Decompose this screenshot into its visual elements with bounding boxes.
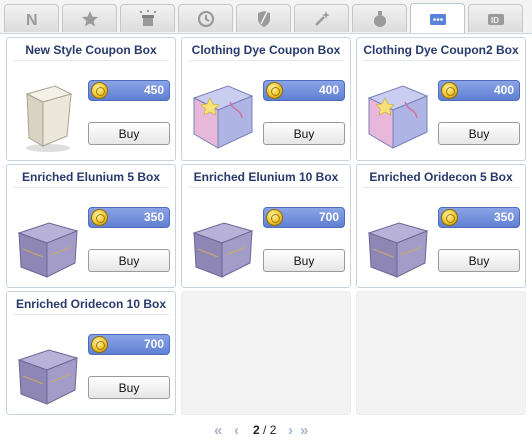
title-divider xyxy=(13,60,169,61)
price-value: 350 xyxy=(493,210,514,224)
price-tag: 450 xyxy=(88,80,170,101)
svg-text:N: N xyxy=(26,12,38,29)
purple-box-image xyxy=(367,222,429,278)
price-value: 700 xyxy=(318,210,339,224)
purple-box-image xyxy=(17,349,79,405)
clock-icon xyxy=(197,10,214,27)
tab-special[interactable]: ID xyxy=(468,4,523,32)
coin-icon xyxy=(441,209,458,226)
title-divider xyxy=(363,187,519,188)
tab-favorites[interactable] xyxy=(62,4,117,32)
star-icon xyxy=(81,10,98,26)
buy-button[interactable]: Buy xyxy=(88,249,170,272)
buy-button[interactable]: Buy xyxy=(263,249,345,272)
item-title: Enriched Oridecon 5 Box xyxy=(369,170,513,184)
tab-equipment[interactable] xyxy=(236,4,291,32)
shield-icon xyxy=(257,10,270,27)
total-pages: 2 xyxy=(269,423,277,437)
buy-button[interactable]: Buy xyxy=(263,122,345,145)
title-divider xyxy=(363,60,519,61)
ellipsis-box-icon xyxy=(429,13,446,25)
tab-other[interactable] xyxy=(410,3,465,33)
tab-new[interactable]: N xyxy=(4,4,59,32)
price-tag: 350 xyxy=(88,207,170,228)
buy-button[interactable]: Buy xyxy=(438,122,520,145)
current-page: 2 xyxy=(253,423,260,437)
page-separator: / xyxy=(259,423,270,437)
title-divider xyxy=(13,314,169,315)
coin-icon xyxy=(266,82,283,99)
buy-button[interactable]: Buy xyxy=(438,249,520,272)
title-divider xyxy=(13,187,169,188)
coin-icon xyxy=(91,336,108,353)
shop-item-card: New Style Coupon Box 450 Buy xyxy=(6,37,176,161)
potion-icon xyxy=(373,10,386,27)
price-value: 400 xyxy=(318,83,339,97)
title-divider xyxy=(188,60,344,61)
price-tag: 400 xyxy=(263,80,345,101)
purple-box-image xyxy=(192,222,254,278)
title-divider xyxy=(188,187,344,188)
last-page-icon[interactable]: » xyxy=(300,422,308,439)
purple-box-image xyxy=(17,222,79,278)
empty-slot xyxy=(181,291,351,415)
first-page-icon[interactable]: « xyxy=(214,422,222,439)
buy-button[interactable]: Buy xyxy=(88,122,170,145)
dye-chest-image xyxy=(367,85,429,149)
tab-potions[interactable] xyxy=(352,4,407,32)
item-title: Enriched Elunium 5 Box xyxy=(21,170,161,184)
white-coupon-box-image xyxy=(25,85,73,152)
coin-icon xyxy=(266,209,283,226)
pagination: « ‹ 2 / 2 › » xyxy=(0,420,532,439)
magic-wand-icon xyxy=(314,10,330,26)
empty-slot xyxy=(356,291,526,415)
shop-item-card: Enriched Elunium 10 Box 700 Buy xyxy=(181,164,351,288)
coin-icon xyxy=(91,82,108,99)
prev-page-icon[interactable]: ‹ xyxy=(234,422,239,439)
next-page-icon[interactable]: › xyxy=(288,422,293,439)
category-tab-bar: N ID xyxy=(0,0,532,34)
price-tag: 700 xyxy=(263,207,345,228)
item-title: New Style Coupon Box xyxy=(25,43,157,57)
price-value: 450 xyxy=(143,83,164,97)
coin-icon xyxy=(441,82,458,99)
tab-consumables[interactable] xyxy=(294,4,349,32)
page-indicator: 2 / 2 xyxy=(253,423,276,437)
item-title: Enriched Elunium 10 Box xyxy=(193,170,339,184)
dye-chest-image xyxy=(192,85,254,149)
shop-item-card: Enriched Elunium 5 Box 350 Buy xyxy=(6,164,176,288)
price-value: 350 xyxy=(143,210,164,224)
price-value: 700 xyxy=(143,337,164,351)
price-tag: 400 xyxy=(438,80,520,101)
shop-item-card: Clothing Dye Coupon Box 400 Buy xyxy=(181,37,351,161)
buy-button[interactable]: Buy xyxy=(88,376,170,399)
item-title: Clothing Dye Coupon Box xyxy=(191,43,341,57)
n-letter-icon: N xyxy=(26,12,38,29)
shop-item-card: Enriched Oridecon 5 Box 350 Buy xyxy=(356,164,526,288)
item-title: Enriched Oridecon 10 Box xyxy=(15,297,167,311)
price-tag: 350 xyxy=(438,207,520,228)
id-card-icon: ID xyxy=(487,13,504,25)
shop-item-card: Enriched Oridecon 10 Box 700 Buy xyxy=(6,291,176,415)
coin-icon xyxy=(91,209,108,226)
svg-text:ID: ID xyxy=(491,16,499,25)
tab-rental[interactable] xyxy=(178,4,233,32)
price-tag: 700 xyxy=(88,334,170,355)
item-title: Clothing Dye Coupon2 Box xyxy=(363,43,519,57)
shop-item-card: Clothing Dye Coupon2 Box 400 Buy xyxy=(356,37,526,161)
tab-events[interactable] xyxy=(120,4,175,32)
price-value: 400 xyxy=(493,83,514,97)
sparkle-box-icon xyxy=(139,9,156,26)
